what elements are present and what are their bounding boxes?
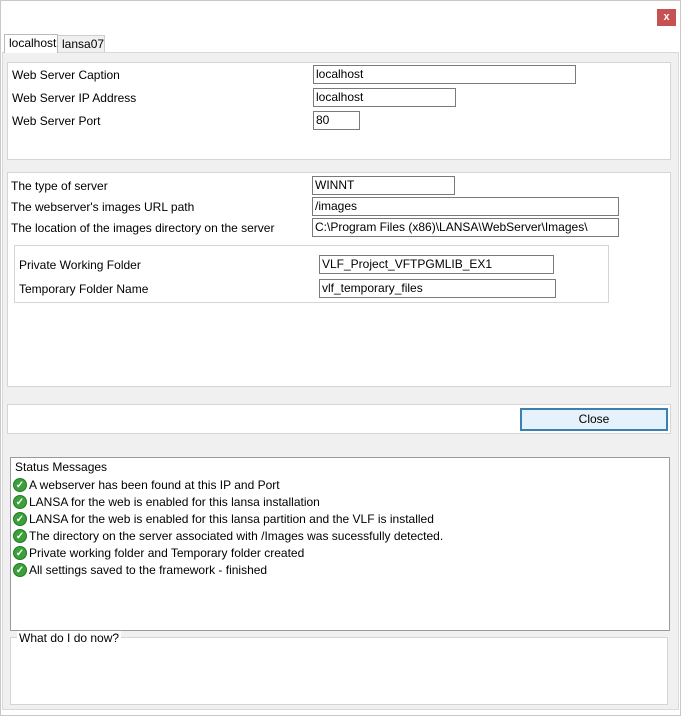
status-message: ✓ The directory on the server associated… — [13, 527, 443, 544]
status-title: Status Messages — [15, 460, 108, 474]
status-message: ✓ LANSA for the web is enabled for this … — [13, 493, 320, 510]
server-type-input[interactable]: WINNT — [312, 176, 455, 195]
help-title: What do I do now? — [17, 631, 122, 645]
ip-input[interactable]: localhost — [313, 88, 456, 107]
port-label: Web Server Port — [12, 114, 101, 128]
status-message-text: A webserver has been found at this IP an… — [29, 477, 280, 492]
port-input[interactable]: 80 — [313, 111, 360, 130]
check-circle-icon: ✓ — [13, 494, 27, 509]
check-circle-icon: ✓ — [13, 477, 27, 492]
ip-label: Web Server IP Address — [12, 91, 137, 105]
status-message: ✓ All settings saved to the framework - … — [13, 561, 267, 578]
caption-input[interactable]: localhost — [313, 65, 576, 84]
tab-label: localhost — [9, 36, 57, 50]
tab-lansa07[interactable]: lansa07 — [57, 35, 105, 52]
status-message-text: LANSA for the web is enabled for this la… — [29, 511, 434, 526]
status-message-text: All settings saved to the framework - fi… — [29, 562, 268, 577]
settings-dialog: { "window": { "close_glyph": "x" }, "tab… — [0, 0, 681, 716]
status-message-text: LANSA for the web is enabled for this la… — [29, 494, 320, 509]
caption-label: Web Server Caption — [12, 68, 120, 82]
check-circle-icon: ✓ — [13, 511, 27, 526]
tab-localhost[interactable]: localhost — [4, 34, 58, 53]
server-type-label: The type of server — [11, 179, 108, 193]
images-dir-input[interactable]: C:\Program Files (x86)\LANSA\WebServer\I… — [312, 218, 619, 237]
images-url-label: The webserver's images URL path — [11, 200, 195, 214]
private-folder-label: Private Working Folder — [19, 258, 141, 272]
help-groupbox — [10, 637, 668, 705]
temp-folder-label: Temporary Folder Name — [19, 282, 149, 296]
status-message: ✓ Private working folder and Temporary f… — [13, 544, 304, 561]
check-circle-icon: ✓ — [13, 528, 27, 543]
window-close-button[interactable]: x — [657, 9, 676, 26]
status-message: ✓ LANSA for the web is enabled for this … — [13, 510, 434, 527]
close-button[interactable]: Close — [520, 408, 668, 431]
images-dir-label: The location of the images directory on … — [11, 221, 275, 235]
status-message-text: Private working folder and Temporary fol… — [29, 545, 305, 560]
status-message-text: The directory on the server associated w… — [29, 528, 444, 543]
status-message: ✓ A webserver has been found at this IP … — [13, 476, 280, 493]
check-circle-icon: ✓ — [13, 545, 27, 560]
check-circle-icon: ✓ — [13, 562, 27, 577]
close-icon[interactable]: x — [663, 11, 669, 23]
temp-folder-input[interactable]: vlf_temporary_files — [319, 279, 556, 298]
private-folder-input[interactable]: VLF_Project_VFTPGMLIB_EX1 — [319, 255, 554, 274]
tab-label: lansa07 — [62, 37, 105, 51]
images-url-input[interactable]: /images — [312, 197, 619, 216]
